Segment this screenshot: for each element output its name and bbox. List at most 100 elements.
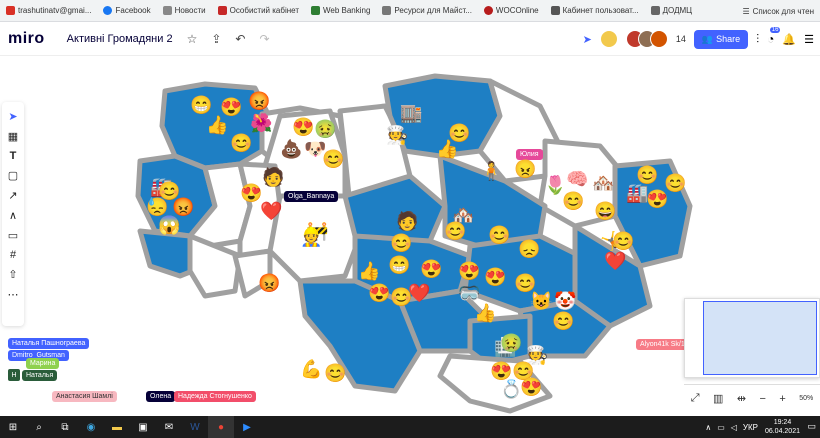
cat-emoji[interactable]: 😺 bbox=[530, 292, 552, 310]
brain-emoji[interactable]: 🧠 bbox=[566, 170, 588, 188]
angry-emoji[interactable]: 😡 bbox=[248, 92, 270, 110]
bookmark-personal-cabinet[interactable]: Особистий кабінет bbox=[212, 6, 305, 15]
star-icon[interactable]: ☆ bbox=[187, 32, 198, 46]
goggles-emoji[interactable]: 🥽 bbox=[458, 284, 480, 302]
template-icon[interactable]: ▦ bbox=[8, 130, 18, 143]
more-icon[interactable]: ⋯ bbox=[8, 288, 19, 301]
text-icon[interactable]: T bbox=[10, 150, 17, 162]
flower-emoji[interactable]: 🌺 bbox=[250, 114, 272, 132]
muscle-emoji[interactable]: 💪 bbox=[300, 360, 322, 378]
smile-emoji[interactable]: 😊 bbox=[444, 222, 466, 240]
nauseated-emoji[interactable]: 🤢 bbox=[314, 120, 336, 138]
smile-emoji[interactable]: 😁 bbox=[388, 256, 410, 274]
file-explorer-icon[interactable]: ▬ bbox=[104, 416, 130, 438]
chrome-icon[interactable]: ● bbox=[208, 416, 234, 438]
poop-emoji[interactable]: 💩 bbox=[280, 140, 302, 158]
smile-emoji[interactable]: 😄 bbox=[594, 202, 616, 220]
angry-emoji[interactable]: 😡 bbox=[172, 198, 194, 216]
frame-icon[interactable]: # bbox=[10, 249, 16, 261]
notification-icon[interactable]: ▭ bbox=[807, 421, 816, 432]
settings-sliders-icon[interactable]: ⫶ bbox=[756, 32, 759, 47]
heart-eyes-emoji[interactable]: 😍 bbox=[484, 268, 506, 286]
zoom-level[interactable]: 50% bbox=[799, 395, 813, 402]
frowning-emoji[interactable]: 😞 bbox=[518, 240, 540, 258]
heart-emoji[interactable]: ❤️ bbox=[260, 202, 282, 220]
smile-emoji[interactable]: 😊 bbox=[612, 232, 634, 250]
board-title[interactable]: Активні Громадяни 2 bbox=[67, 33, 173, 45]
network-icon[interactable]: ▭ bbox=[717, 423, 725, 432]
bookmark-gmail[interactable]: trashutinatv@gmai... bbox=[0, 6, 97, 15]
clock[interactable]: 19:24 06.04.2021 bbox=[765, 418, 800, 436]
export-icon[interactable]: ⇪ bbox=[211, 32, 221, 46]
windows-start-icon[interactable]: ⊞ bbox=[0, 416, 26, 438]
participants[interactable] bbox=[625, 30, 668, 48]
house-emoji[interactable]: 🏘️ bbox=[592, 174, 614, 192]
reading-list[interactable]: ☰ Список для чтен bbox=[742, 0, 814, 21]
thumbs-up-emoji[interactable]: 👍 bbox=[474, 304, 496, 322]
map-icon[interactable]: ▥ bbox=[713, 392, 723, 405]
person-emoji[interactable]: 🧍 bbox=[480, 162, 502, 180]
minimap-viewport[interactable] bbox=[703, 301, 817, 375]
comment-icon[interactable]: ▭ bbox=[8, 229, 18, 242]
search-icon[interactable]: ⌕ bbox=[26, 416, 52, 438]
select-cursor-icon[interactable]: ➤ bbox=[8, 110, 17, 123]
nauseated-emoji[interactable]: 🤢 bbox=[500, 334, 522, 352]
heart-emoji[interactable]: ❤️ bbox=[604, 252, 626, 270]
avatar[interactable] bbox=[599, 30, 618, 48]
smile-emoji[interactable]: 😊 bbox=[562, 192, 584, 210]
heart-eyes-emoji[interactable]: 😍 bbox=[420, 260, 442, 278]
bookmark-woconline[interactable]: WOCOnline bbox=[478, 6, 545, 15]
bookmark-facebook[interactable]: Facebook bbox=[97, 6, 156, 15]
smile-emoji[interactable]: 😊 bbox=[636, 166, 658, 184]
heart-eyes-emoji[interactable]: 😍 bbox=[458, 262, 480, 280]
fit-width-icon[interactable]: ⇹ bbox=[737, 392, 746, 405]
redo-icon[interactable]: ↷ bbox=[259, 32, 269, 46]
thumbs-up-emoji[interactable]: 👍 bbox=[206, 116, 228, 134]
thumbs-up-emoji[interactable]: 👍 bbox=[436, 140, 458, 158]
minimap[interactable] bbox=[684, 298, 820, 378]
bookmark-resources[interactable]: Ресурси для Майст... bbox=[376, 6, 478, 15]
language-indicator[interactable]: УКР bbox=[743, 423, 758, 432]
menu-icon[interactable]: ☰ bbox=[804, 33, 814, 46]
smile-emoji[interactable]: 😊 bbox=[552, 312, 574, 330]
store-icon[interactable]: ▣ bbox=[130, 416, 156, 438]
timer-icon[interactable]: ◔ 16 bbox=[767, 27, 781, 46]
angry-emoji[interactable]: 😠 bbox=[514, 160, 536, 178]
shop-emoji[interactable]: 🏬 bbox=[400, 104, 422, 122]
fullscreen-icon[interactable]: ⤢ bbox=[691, 392, 700, 405]
person-emoji[interactable]: 🧑 bbox=[262, 168, 284, 186]
cook-emoji[interactable]: 🧑‍🍳 bbox=[386, 126, 408, 144]
smile-emoji[interactable]: 😊 bbox=[322, 150, 344, 168]
task-view-icon[interactable]: ⧉ bbox=[52, 416, 78, 438]
heart-eyes-emoji[interactable]: 😍 bbox=[220, 98, 242, 116]
mail-icon[interactable]: ✉ bbox=[156, 416, 182, 438]
arrow-icon[interactable]: ↗ bbox=[8, 189, 17, 202]
heart-eyes-emoji[interactable]: 😍 bbox=[368, 284, 390, 302]
smile-emoji[interactable]: 😊 bbox=[230, 134, 252, 152]
angry-emoji[interactable]: 😡 bbox=[258, 274, 280, 292]
cursor-icon[interactable]: ➤ bbox=[583, 33, 592, 46]
clown-emoji[interactable]: 🤡 bbox=[554, 292, 576, 310]
miro-logo[interactable]: miro bbox=[8, 30, 45, 48]
heart-eyes-emoji[interactable]: 😍 bbox=[646, 190, 668, 208]
smile-emoji[interactable]: 😁 bbox=[190, 96, 212, 114]
pen-icon[interactable]: ∧ bbox=[9, 209, 17, 222]
thumbs-up-emoji[interactable]: 👍 bbox=[358, 262, 380, 280]
volume-icon[interactable]: ◁ bbox=[731, 423, 737, 432]
zoom-app-icon[interactable]: ▶ bbox=[234, 416, 260, 438]
smile-emoji[interactable]: 😊 bbox=[324, 364, 346, 382]
scream-emoji[interactable]: 😱 bbox=[158, 216, 180, 234]
heart-eyes-emoji[interactable]: 😍 bbox=[292, 118, 314, 136]
heart-eyes-emoji[interactable]: 😍 bbox=[520, 378, 542, 396]
bookmark-user-cabinet[interactable]: Кабинет пользоват... bbox=[545, 6, 645, 15]
bookmark-web-banking[interactable]: Web Banking bbox=[305, 6, 376, 15]
word-icon[interactable]: W bbox=[182, 416, 208, 438]
heart-emoji[interactable]: ❤️ bbox=[408, 284, 430, 302]
zoom-out-button[interactable]: − bbox=[759, 393, 765, 405]
cold-sweat-emoji[interactable]: 😓 bbox=[146, 198, 168, 216]
edge-icon[interactable]: ◉ bbox=[78, 416, 104, 438]
heart-eyes-emoji[interactable]: 😍 bbox=[490, 362, 512, 380]
undo-icon[interactable]: ↶ bbox=[235, 32, 245, 46]
bookmark-news[interactable]: Новости bbox=[157, 6, 212, 15]
smile-emoji[interactable]: 😊 bbox=[488, 226, 510, 244]
